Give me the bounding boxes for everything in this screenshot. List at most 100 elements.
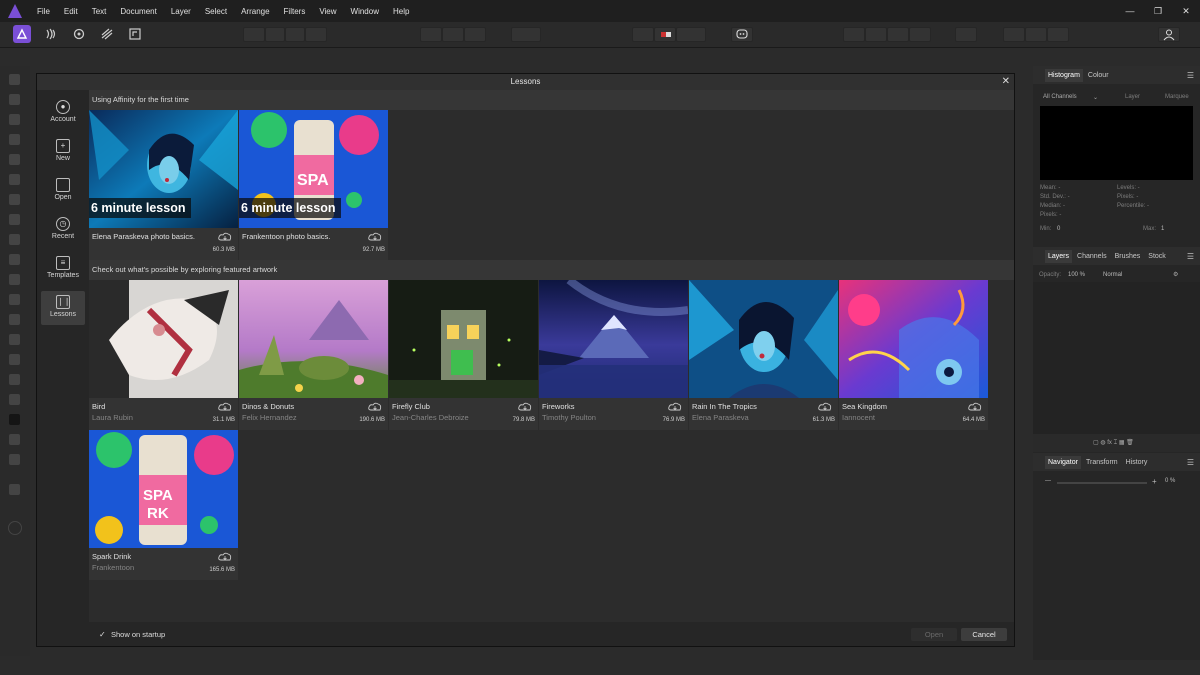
maximize-button[interactable]: ❐ [1144, 6, 1172, 17]
close-icon[interactable]: ✕ [1002, 75, 1010, 89]
erase-tool-icon[interactable] [9, 274, 20, 285]
artwork-card[interactable]: Firefly Club Jean-Charles Debroize 79.8 … [389, 280, 538, 430]
checkmark-icon[interactable]: ✓ [99, 630, 107, 639]
toolbar-button[interactable] [265, 27, 285, 42]
liquify-persona-icon[interactable] [42, 25, 60, 43]
toolbar-button[interactable] [420, 27, 442, 42]
menu-file[interactable]: File [30, 7, 57, 16]
crop-tool-icon[interactable] [9, 134, 20, 145]
clone-tool-icon[interactable] [9, 354, 20, 365]
tab-channels[interactable]: Channels [1074, 250, 1110, 263]
zoom-in-icon[interactable]: + [1152, 477, 1157, 486]
tab-transform[interactable]: Transform [1083, 456, 1121, 469]
download-icon[interactable] [518, 402, 532, 412]
artwork-card[interactable]: Sea Kingdom Iannocent 64.4 MB [839, 280, 988, 430]
panel-menu-icon[interactable]: ☰ [1187, 71, 1194, 80]
opacity-value[interactable]: 100 % [1068, 272, 1085, 278]
selection-tool-icon[interactable] [9, 174, 20, 185]
download-icon[interactable] [368, 402, 382, 412]
blend-mode-select[interactable]: Normal [1103, 272, 1122, 278]
nav-item-lessons[interactable]: ❘❘ Lessons [41, 291, 85, 325]
marquee-checkbox-label[interactable]: Marquee [1165, 94, 1189, 100]
toolbar-button[interactable] [442, 27, 464, 42]
paint-tool-icon[interactable] [9, 234, 20, 245]
close-window-button[interactable]: ✕ [1172, 6, 1200, 17]
zoom-slider[interactable] [1057, 482, 1147, 484]
foreground-colour-icon[interactable] [9, 414, 20, 425]
picker-tool-icon[interactable] [9, 154, 20, 165]
freehand-tool-icon[interactable] [9, 214, 20, 225]
nav-item-recent[interactable]: ◷ Recent [41, 213, 85, 247]
pixel-tool-icon[interactable] [9, 254, 20, 265]
zoom-out-icon[interactable]: — [1045, 478, 1051, 484]
colour-wheel-icon[interactable] [8, 521, 22, 535]
menu-layer[interactable]: Layer [164, 7, 198, 16]
zoom-tool-icon[interactable] [9, 484, 20, 495]
tone-mapping-persona-icon[interactable] [98, 25, 116, 43]
download-icon[interactable] [368, 232, 382, 242]
dodge-tool-icon[interactable] [9, 334, 20, 345]
toolbar-button[interactable] [305, 27, 327, 42]
tab-brushes[interactable]: Brushes [1112, 250, 1144, 263]
layer-checkbox-label[interactable]: Layer [1125, 94, 1140, 100]
download-icon[interactable] [968, 402, 982, 412]
lesson-card[interactable]: SPA 6 minute lesson Frankentoon photo ba… [239, 110, 388, 260]
menu-text[interactable]: Text [85, 7, 114, 16]
toolbar-button[interactable] [285, 27, 305, 42]
menu-help[interactable]: Help [386, 7, 416, 16]
toolbar-button[interactable] [865, 27, 887, 42]
layer-action-icons[interactable]: ▢ ◍ fx ⌶ ▦ 🗑 [1093, 439, 1134, 447]
toolbar-button[interactable] [955, 27, 977, 42]
healing-tool-icon[interactable] [9, 374, 20, 385]
pen-tool-icon[interactable] [9, 394, 20, 405]
lesson-card[interactable]: 6 minute lesson Elena Paraskeva photo ba… [89, 110, 238, 260]
tab-colour[interactable]: Colour [1085, 69, 1112, 82]
tab-stock[interactable]: Stock [1145, 250, 1169, 263]
text-tool-icon[interactable] [9, 454, 20, 465]
gradient-tool-icon[interactable] [9, 314, 20, 325]
panel-menu-icon[interactable]: ☰ [1187, 252, 1194, 261]
develop-persona-icon[interactable] [70, 25, 88, 43]
nav-item-new[interactable]: + New [41, 135, 85, 169]
toolbar-button[interactable] [843, 27, 865, 42]
tab-navigator[interactable]: Navigator [1045, 455, 1081, 469]
toolbar-button[interactable] [243, 27, 265, 42]
selection-mode-dropdown[interactable] [511, 27, 541, 42]
toolbar-button[interactable] [909, 27, 931, 42]
fill-tool-icon[interactable] [9, 294, 20, 305]
panel-menu-icon[interactable]: ☰ [1187, 458, 1194, 467]
tab-layers[interactable]: Layers [1045, 249, 1073, 263]
gear-icon[interactable]: ⚙ [1173, 271, 1178, 278]
tab-history[interactable]: History [1123, 456, 1151, 469]
nav-item-templates[interactable]: ≡ Templates [41, 252, 85, 286]
shape-tool-icon[interactable] [9, 434, 20, 445]
download-icon[interactable] [218, 552, 232, 562]
artwork-card[interactable]: Bird Laura Rubin 31.1 MB [89, 280, 238, 430]
channel-select[interactable]: All Channels [1043, 94, 1077, 100]
download-icon[interactable] [818, 402, 832, 412]
menu-arrange[interactable]: Arrange [234, 7, 276, 16]
menu-window[interactable]: Window [344, 7, 386, 16]
artwork-card[interactable]: SPA RK Spark Drink Frankentoon 165.6 MB [89, 430, 238, 580]
tab-histogram[interactable]: Histogram [1045, 68, 1083, 82]
download-icon[interactable] [218, 402, 232, 412]
nav-item-open[interactable]: Open [41, 174, 85, 208]
view-tool-icon[interactable] [9, 74, 20, 85]
quick-mask-button[interactable] [632, 27, 654, 42]
move-tool-icon[interactable] [9, 94, 20, 105]
toolbar-button[interactable] [887, 27, 909, 42]
open-button[interactable]: Open [911, 628, 957, 641]
nav-item-account[interactable]: ● Account [41, 96, 85, 130]
user-account-icon[interactable] [1158, 27, 1180, 42]
show-on-startup-checkbox[interactable]: ✓ Show on startup [99, 630, 165, 639]
export-persona-icon[interactable] [126, 25, 144, 43]
assistant-dropdown[interactable] [676, 27, 706, 42]
brush-tool-icon[interactable] [9, 114, 20, 125]
toolbar-button[interactable] [1025, 27, 1047, 42]
menu-edit[interactable]: Edit [57, 7, 85, 16]
photo-persona-icon[interactable] [13, 25, 31, 43]
download-icon[interactable] [668, 402, 682, 412]
menu-document[interactable]: Document [113, 7, 163, 16]
menu-select[interactable]: Select [198, 7, 234, 16]
toolbar-button[interactable] [1003, 27, 1025, 42]
